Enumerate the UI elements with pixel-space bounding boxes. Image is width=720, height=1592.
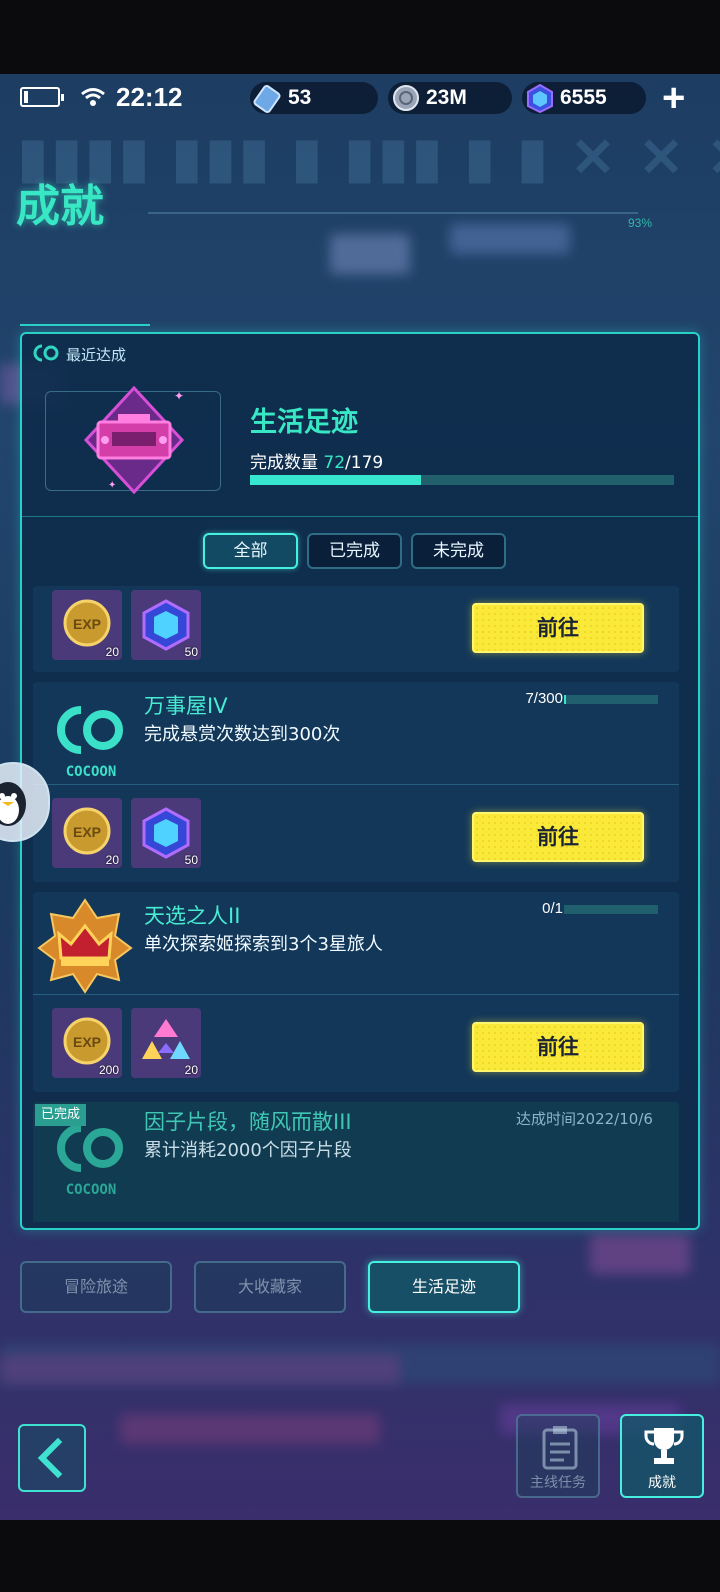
coin-resource[interactable]: 23M (388, 82, 512, 114)
completion-count-label: 完成数量 (250, 453, 318, 473)
svg-text:COCOON: COCOON (66, 1182, 117, 1198)
completion-count-total: /179 (345, 453, 384, 473)
achievement-card: 天选之人II 单次探索姬探索到3个3星旅人 0/1 EXP 200 20 前往 (33, 892, 679, 1092)
achievement-list[interactable]: EXP 20 50 前往 COCOON 万事屋IV 完成悬赏次数达到300次 7… (33, 586, 679, 1222)
trophy-icon (644, 1428, 684, 1464)
boombox-badge-icon: ✦ ✦ (83, 385, 184, 495)
reward-qty: 50 (184, 853, 198, 867)
panel-divider (20, 516, 700, 517)
reward-qty: 50 (184, 645, 198, 659)
page-title: 成就 (16, 181, 104, 232)
reward-qty: 20 (184, 1063, 198, 1077)
svg-text:✦: ✦ (174, 389, 184, 403)
reward-exp: EXP 20 (52, 798, 122, 868)
completion-count-done: 72 (323, 453, 346, 473)
reward-crystal: 50 (131, 590, 201, 660)
gem-resource[interactable]: 6555 (522, 82, 646, 114)
achievement-progress-bar (564, 905, 658, 914)
cocoon-small-icon (33, 344, 59, 362)
go-button[interactable]: 前往 (472, 1022, 644, 1072)
achievement-name: 万事屋IV (144, 694, 228, 718)
add-gem-button[interactable]: + (662, 78, 685, 118)
chevron-left-icon (37, 1437, 63, 1479)
recent-label: 最近达成 (66, 346, 127, 364)
achievements-label: 成就 (648, 1475, 676, 1491)
svg-text:COCOON: COCOON (66, 764, 117, 780)
reward-qty: 200 (98, 1063, 119, 1077)
go-button[interactable]: 前往 (472, 812, 644, 862)
completion-time: 达成时间2022/10/6 (516, 1110, 653, 1128)
achievement-progress-fill (564, 695, 567, 704)
filter-all[interactable]: 全部 (203, 533, 298, 569)
achievement-desc: 累计消耗2000个因子片段 (144, 1140, 352, 1161)
top-black-bar (0, 0, 720, 74)
tab-life-footprints[interactable]: 生活足迹 (368, 1261, 520, 1313)
ticket-resource[interactable]: 53 (250, 82, 378, 114)
cocoon-logo-icon: COCOON (57, 1124, 123, 1198)
completed-tag: 已完成 (35, 1104, 87, 1126)
reward-prism: 20 (131, 1008, 201, 1078)
ticket-icon (253, 85, 281, 113)
achievement-name: 天选之人II (144, 904, 241, 928)
floating-assistant-button[interactable] (0, 762, 50, 842)
achievements-button[interactable]: 成就 (620, 1414, 704, 1498)
clipboard-icon (542, 1426, 578, 1470)
svg-text:✦: ✦ (108, 480, 116, 491)
reward-crystal: 50 (131, 798, 201, 868)
filter-completed[interactable]: 已完成 (307, 533, 402, 569)
svg-text:EXP: EXP (73, 1034, 101, 1050)
status-bar: 22:12 53 23M 6555 + (0, 74, 720, 122)
reward-exp: EXP 200 (52, 1008, 122, 1078)
achievement-desc: 单次探索姬探索到3个3星旅人 (144, 934, 383, 955)
tab-adventure[interactable]: 冒险旅途 (20, 1261, 172, 1313)
cocoon-logo-icon: COCOON (57, 706, 123, 780)
achievement-progress-text: 7/300 (525, 690, 563, 707)
category-progress-fill (250, 475, 421, 485)
clock: 22:12 (116, 82, 183, 112)
battery-icon (20, 87, 64, 107)
header-decoration: ▮▮▮▮ ▮▮▮ ▮ ▮▮▮ ▮ ▮ ✕ ✕ ✕ (18, 128, 720, 188)
crown-badge-icon (37, 898, 133, 994)
back-button[interactable] (18, 1424, 86, 1492)
achievement-progress-bar (564, 695, 658, 704)
header-line (148, 212, 638, 214)
category-progress-bar (250, 475, 674, 485)
svg-text:EXP: EXP (73, 824, 101, 840)
coin-icon (393, 85, 419, 111)
completion-count: 完成数量 72/179 (250, 448, 383, 473)
reward-exp: EXP 20 (52, 590, 122, 660)
tab-collector[interactable]: 大收藏家 (194, 1261, 346, 1313)
wifi-icon (81, 88, 105, 106)
achievement-card-completed: COCOON 已完成 因子片段，随风而散III 累计消耗2000个因子片段 达成… (33, 1102, 679, 1222)
achievement-progress-text: 0/1 (542, 900, 563, 917)
achievement-desc: 完成悬赏次数达到300次 (144, 724, 341, 745)
achievement-card: COCOON 万事屋IV 完成悬赏次数达到300次 7/300 EXP 20 5… (33, 682, 679, 882)
achievement-name: 因子片段，随风而散III (144, 1110, 352, 1134)
reward-qty: 20 (105, 853, 119, 867)
penguin-icon (0, 782, 26, 826)
card-divider (33, 784, 679, 785)
main-quest-label: 主线任务 (530, 1475, 586, 1491)
reward-qty: 20 (105, 645, 119, 659)
achievement-card: EXP 20 50 前往 (33, 586, 679, 672)
svg-text:EXP: EXP (73, 616, 101, 632)
panel-tab-edge (20, 324, 150, 334)
filter-incomplete[interactable]: 未完成 (411, 533, 506, 569)
go-button[interactable]: 前往 (472, 603, 644, 653)
gem-icon (527, 83, 553, 114)
category-title: 生活足迹 (250, 407, 358, 438)
header-progress-text: 93% (628, 216, 653, 230)
main-quest-button[interactable]: 主线任务 (516, 1414, 600, 1498)
card-divider (33, 994, 679, 995)
bottom-black-bar (0, 1520, 720, 1592)
